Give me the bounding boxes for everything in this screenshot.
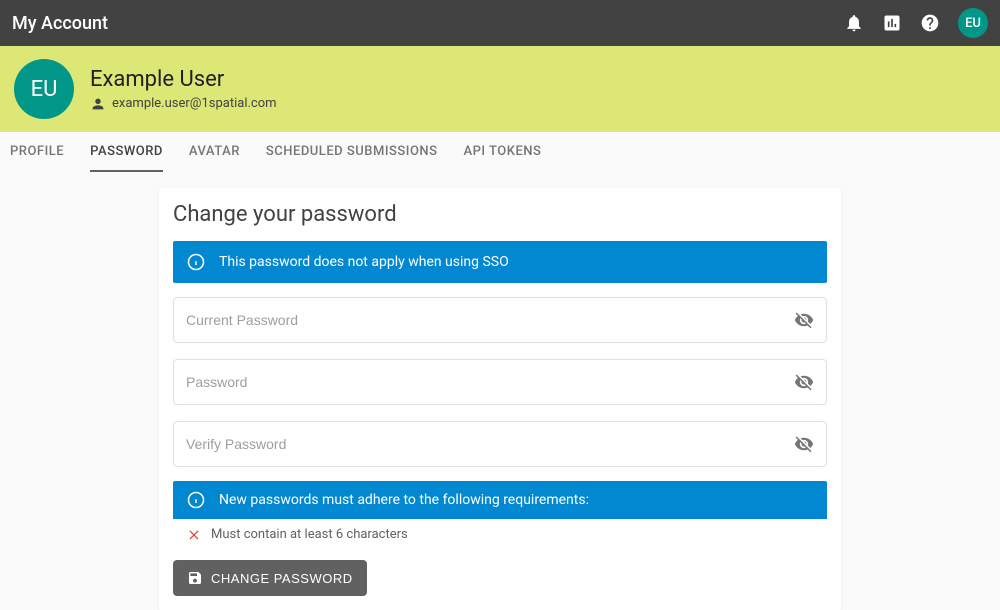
card-title: Change your password: [173, 202, 827, 227]
requirement-item: Must contain at least 6 characters: [173, 519, 827, 550]
tab-avatar[interactable]: AVATAR: [189, 132, 240, 172]
verify-password-row: [173, 421, 827, 467]
bell-icon[interactable]: [844, 13, 864, 33]
password-card: Change your password This password does …: [159, 188, 841, 610]
requirements-header-text: New passwords must adhere to the followi…: [219, 492, 589, 508]
tab-scheduled-submissions[interactable]: SCHEDULED SUBMISSIONS: [266, 132, 438, 172]
x-icon: [187, 528, 201, 542]
sso-notice-text: This password does not apply when using …: [219, 254, 509, 270]
change-password-label: CHANGE PASSWORD: [211, 571, 353, 586]
sso-notice: This password does not apply when using …: [173, 241, 827, 283]
new-password-row: [173, 359, 827, 405]
info-icon: [187, 253, 205, 271]
user-avatar-small[interactable]: EU: [958, 8, 988, 38]
person-icon: [90, 96, 106, 112]
user-banner: EU Example User example.user@1spatial.co…: [0, 46, 1000, 132]
visibility-off-icon[interactable]: [794, 310, 814, 330]
visibility-off-icon[interactable]: [794, 372, 814, 392]
tab-bar: PROFILE PASSWORD AVATAR SCHEDULED SUBMIS…: [0, 132, 1000, 172]
tab-api-tokens[interactable]: API TOKENS: [464, 132, 542, 172]
requirement-text: Must contain at least 6 characters: [211, 527, 408, 542]
info-icon: [187, 491, 205, 509]
help-icon[interactable]: [920, 13, 940, 33]
change-password-button[interactable]: CHANGE PASSWORD: [173, 560, 367, 596]
page-title: My Account: [12, 13, 844, 34]
verify-password-input[interactable]: [186, 436, 794, 452]
tab-password[interactable]: PASSWORD: [90, 132, 163, 172]
user-info: Example User example.user@1spatial.com: [90, 67, 277, 112]
requirements-header: New passwords must adhere to the followi…: [173, 481, 827, 519]
topbar-actions: EU: [844, 8, 988, 38]
visibility-off-icon[interactable]: [794, 434, 814, 454]
user-avatar-large: EU: [14, 59, 74, 119]
topbar: My Account EU: [0, 0, 1000, 46]
tab-profile[interactable]: PROFILE: [10, 132, 64, 172]
user-email: example.user@1spatial.com: [112, 96, 277, 111]
current-password-row: [173, 297, 827, 343]
new-password-input[interactable]: [186, 374, 794, 390]
chart-icon[interactable]: [882, 13, 902, 33]
current-password-input[interactable]: [186, 312, 794, 328]
user-name: Example User: [90, 67, 277, 92]
user-email-row: example.user@1spatial.com: [90, 96, 277, 112]
